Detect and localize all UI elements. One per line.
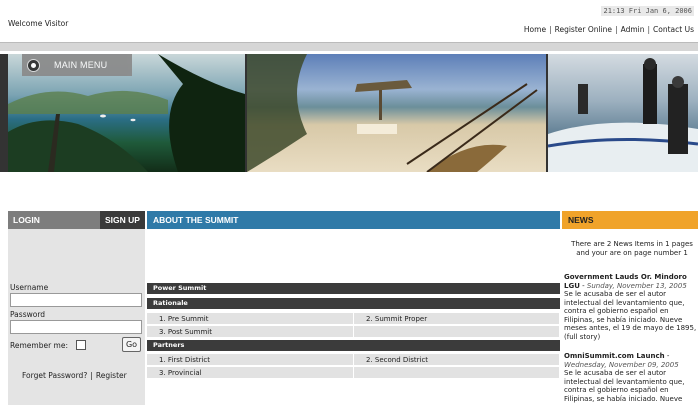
username-label: Username bbox=[10, 283, 49, 292]
main-menu-button[interactable]: MAIN MENU bbox=[22, 54, 132, 76]
nav-register-link[interactable]: Register Online bbox=[555, 25, 612, 34]
news-body: Se le acusaba de ser el autor intelectua… bbox=[564, 290, 697, 341]
about-summit-panel: Power Summit Rationale 1. Pre Summit 2. … bbox=[147, 229, 560, 405]
nav-contact-link[interactable]: Contact Us bbox=[653, 25, 694, 34]
main-menu-label: MAIN MENU bbox=[54, 60, 108, 70]
news-header: NEWS bbox=[562, 211, 698, 229]
nav-admin-link[interactable]: Admin bbox=[621, 25, 645, 34]
rationale-item[interactable]: 3. Post Summit bbox=[147, 326, 354, 338]
partners-item[interactable]: 1. First District bbox=[147, 354, 354, 366]
remember-checkbox[interactable] bbox=[76, 340, 86, 350]
top-bar: Welcome Visitor 21:13 Fri Jan 6, 2006 Ho… bbox=[0, 0, 698, 40]
divers-photo bbox=[548, 54, 698, 172]
about-summit-header: ABOUT THE SUMMIT bbox=[147, 211, 560, 229]
welcome-text: Welcome Visitor bbox=[8, 19, 69, 28]
news-summary: There are 2 News Items in 1 pages and yo… bbox=[571, 240, 693, 257]
login-header: LOGIN bbox=[8, 211, 100, 229]
password-label: Password bbox=[10, 310, 46, 319]
banner: MAIN MENU bbox=[0, 54, 698, 172]
partners-item[interactable]: 3. Provincial bbox=[147, 367, 354, 379]
nav-home-link[interactable]: Home bbox=[524, 25, 546, 34]
news-item: OmniSummit.com Launch - Wednesday, Novem… bbox=[564, 352, 685, 403]
password-input[interactable] bbox=[10, 320, 142, 334]
news-date: Sunday, November 13, 2005 bbox=[586, 281, 687, 290]
go-button[interactable]: Go bbox=[122, 337, 141, 352]
menu-bullet-icon bbox=[27, 59, 40, 72]
rationale-heading: Rationale bbox=[147, 298, 560, 309]
news-item: Government Lauds Or. Mindoro LGU - Sunda… bbox=[564, 273, 697, 341]
login-links: Forget Password? | Register bbox=[22, 371, 127, 380]
partners-empty-cell bbox=[354, 367, 560, 379]
signup-tab[interactable]: SIGN UP bbox=[100, 211, 145, 229]
rationale-empty-cell bbox=[354, 326, 560, 338]
news-title-link[interactable]: OmniSummit.com Launch bbox=[564, 352, 665, 360]
partners-heading: Partners bbox=[147, 340, 560, 351]
remember-label: Remember me: bbox=[10, 341, 69, 350]
username-input[interactable] bbox=[10, 293, 142, 307]
register-link[interactable]: Register bbox=[96, 371, 127, 380]
power-summit-heading: Power Summit bbox=[147, 283, 560, 294]
login-panel: Username Password Remember me: Go Forget… bbox=[8, 229, 145, 405]
rationale-item[interactable]: 2. Summit Proper bbox=[354, 313, 560, 325]
news-panel: There are 2 News Items in 1 pages and yo… bbox=[562, 229, 698, 405]
divers-illustration bbox=[548, 58, 698, 172]
news-date: Wednesday, November 09, 2005 bbox=[564, 360, 679, 369]
header-divider bbox=[0, 42, 698, 51]
beach-illustration bbox=[247, 54, 538, 172]
beach-photo bbox=[247, 54, 546, 172]
news-body: Se le acusaba de ser el autor intelectua… bbox=[564, 369, 685, 403]
rationale-item[interactable]: 1. Pre Summit bbox=[147, 313, 354, 325]
partners-item[interactable]: 2. Second District bbox=[354, 354, 560, 366]
clock-display: 21:13 Fri Jan 6, 2006 bbox=[601, 6, 694, 16]
top-nav: Home | Register Online | Admin | Contact Us bbox=[523, 25, 694, 34]
forgot-password-link[interactable]: Forget Password? bbox=[22, 371, 87, 380]
